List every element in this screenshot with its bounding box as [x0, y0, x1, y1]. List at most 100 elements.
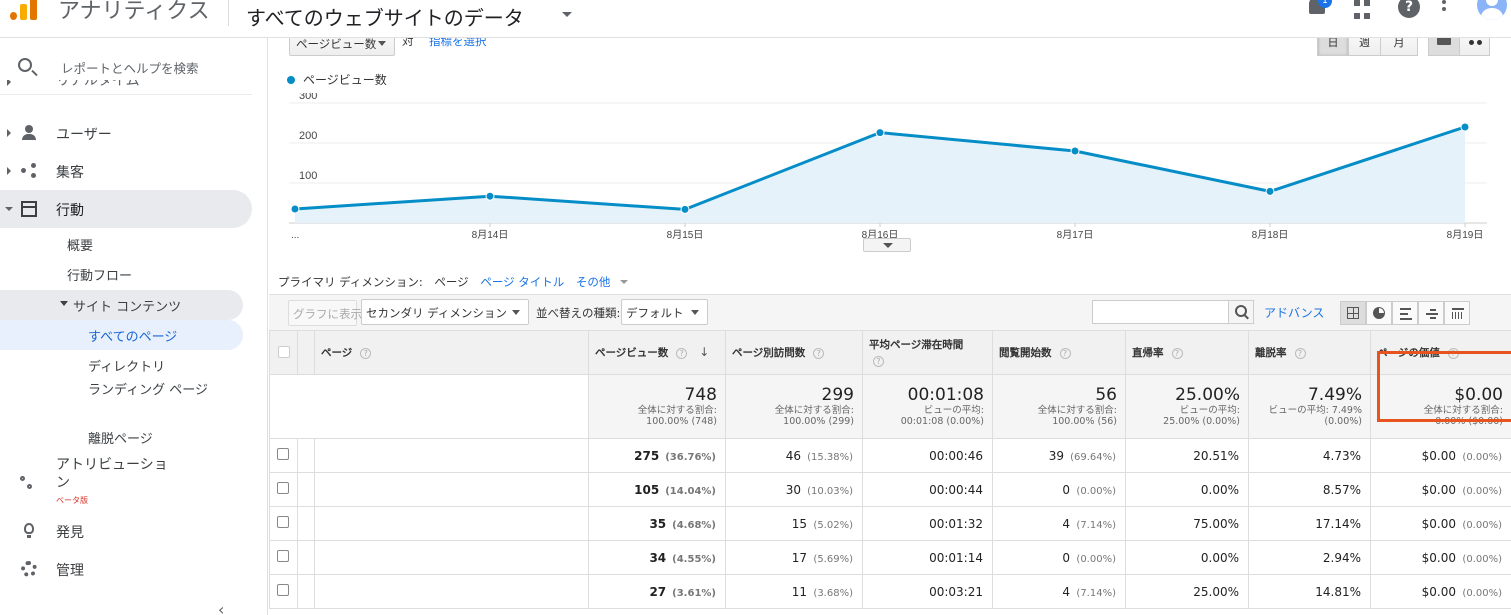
summary-sub: ビューの平均:	[923, 405, 984, 416]
help-icon[interactable]: ?	[676, 348, 688, 359]
help-icon[interactable]: ?	[1294, 348, 1306, 359]
comparison-view-button[interactable]	[1418, 301, 1444, 325]
sidebar-item-users[interactable]: ユーザー	[0, 114, 252, 152]
column-header-pageviews[interactable]: ページビュー数? ↓	[588, 330, 726, 375]
column-header-bounce-rate[interactable]: 直帰率?	[1125, 330, 1249, 375]
page-cell[interactable]	[314, 574, 589, 609]
sidebar-item-overview[interactable]: 概要	[0, 229, 243, 259]
avatar[interactable]	[1477, 0, 1507, 20]
dimension-page-title[interactable]: ページ タイトル	[480, 275, 564, 289]
row-checkbox[interactable]	[277, 516, 289, 528]
pageviews-cell: 34 (4.55%)	[588, 540, 726, 575]
column-header-page-value[interactable]: ページの価値?	[1370, 330, 1511, 375]
motion-chart-button[interactable]	[1460, 38, 1490, 56]
summary-sub: 全体に対する割合:	[1423, 405, 1503, 416]
sort-type-select[interactable]: デフォルト	[621, 299, 708, 325]
column-header-entrances[interactable]: 閲覧開始数?	[992, 330, 1126, 375]
sort-desc-icon[interactable]: ↓	[699, 345, 709, 359]
y-tick-label: 200	[299, 130, 317, 142]
select-all-checkbox[interactable]	[278, 346, 290, 358]
spacer-cell	[297, 438, 315, 473]
table-row[interactable]: 105 (14.04%) 30 (10.03%) 00:00:44 0 (0.00%) 0.0…	[269, 472, 1511, 507]
page-cell[interactable]	[314, 438, 589, 473]
sidebar-item-landing-pages[interactable]: ランディング ページ	[0, 382, 243, 426]
sidebar-item-behavior[interactable]: 行動	[0, 190, 252, 228]
sidebar-item-attribution[interactable]: アトリビューション ベータ版	[0, 454, 252, 506]
help-icon[interactable]: ?	[1059, 348, 1071, 359]
line-chart-button[interactable]	[1428, 38, 1460, 56]
column-header-avg-time[interactable]: 平均ページ滞在時間?	[862, 330, 993, 375]
help-icon[interactable]: ?	[873, 356, 884, 367]
apps-grid-icon[interactable]	[1354, 0, 1378, 22]
dimension-other[interactable]: その他	[576, 275, 637, 289]
row-checkbox[interactable]	[277, 482, 289, 494]
search-label: レポートとヘルプを検索	[61, 61, 199, 76]
sidebar-item-acquisition[interactable]: 集客	[0, 152, 252, 190]
help-icon[interactable]: ?	[813, 348, 825, 359]
granularity-week-button[interactable]: 週	[1349, 38, 1381, 56]
unique-pageviews-cell: 17 (5.69%)	[725, 540, 863, 575]
summary-value: 25.00%	[1175, 385, 1240, 405]
performance-view-button[interactable]	[1392, 301, 1418, 325]
data-point	[680, 204, 690, 214]
help-icon[interactable]: ?	[1171, 348, 1183, 359]
row-checkbox[interactable]	[277, 584, 289, 596]
pie-view-button[interactable]	[1366, 301, 1392, 325]
column-header-exit-rate[interactable]: 離脱率?	[1248, 330, 1371, 375]
column-header-unique-pageviews[interactable]: ページ別訪問数?	[725, 330, 863, 375]
secondary-dimension-select[interactable]: セカンダリ ディメンション	[361, 299, 529, 325]
metric-select[interactable]: ページビュー数	[289, 38, 395, 56]
row-checkbox[interactable]	[277, 448, 289, 460]
spacer-cell	[297, 472, 315, 507]
table-filter-input[interactable]	[1092, 300, 1229, 324]
collapse-sidebar-icon[interactable]: ‹	[218, 600, 224, 615]
granularity-month-button[interactable]: 月	[1381, 38, 1418, 56]
avg-time-cell: 00:03:21	[862, 574, 993, 609]
page-cell[interactable]	[314, 540, 589, 575]
sidebar-item-realtime[interactable]: リアルタイム	[0, 80, 252, 96]
page-cell[interactable]	[314, 472, 589, 507]
table-row[interactable]: 35 (4.68%) 15 (5.02%) 00:01:32 4 (7.14%) 75.00%…	[269, 506, 1511, 541]
sidebar-item-all-pages[interactable]: すべてのページ	[0, 320, 243, 350]
summary-sub: ビューの平均: 7.49%	[1268, 405, 1362, 416]
more-vert-icon[interactable]	[1442, 0, 1448, 22]
help-icon[interactable]: ?	[1398, 0, 1420, 18]
summary-value: 56	[1095, 385, 1117, 405]
unique-pageviews-cell: 46 (15.38%)	[725, 438, 863, 473]
property-selector[interactable]: すべてのウェブサイトのデータ	[246, 2, 524, 31]
page-cell[interactable]	[314, 506, 589, 541]
sidebar-item-discover[interactable]: 発見	[0, 512, 252, 550]
analytics-logo-icon[interactable]	[10, 0, 40, 20]
sidebar-item-site-content[interactable]: サイト コンテンツ	[0, 290, 243, 320]
lightbulb-icon	[21, 523, 37, 539]
table-row[interactable]: 34 (4.55%) 17 (5.69%) 00:01:14 0 (0.00%) 0.00% 2…	[269, 540, 1511, 575]
app-title: アナリティクス	[58, 0, 210, 24]
sidebar-item-directory[interactable]: ディレクトリ	[0, 350, 243, 380]
exit-rate-cell: 2.94%	[1248, 540, 1371, 575]
chevron-down-icon	[620, 280, 629, 284]
search-icon[interactable]	[1228, 300, 1254, 324]
summary-blank	[269, 374, 589, 439]
chevron-down-icon[interactable]	[562, 12, 572, 17]
help-icon[interactable]: ?	[1447, 348, 1459, 359]
chevron-down-icon	[60, 301, 68, 306]
plot-rows-button[interactable]: グラフに表示	[288, 300, 362, 326]
advanced-filter-link[interactable]: アドバンス	[1264, 304, 1324, 321]
page-value-cell: $0.00 (0.00%)	[1370, 574, 1511, 609]
spacer-cell	[297, 506, 315, 541]
pivot-view-button[interactable]	[1444, 301, 1470, 325]
choose-metric-link[interactable]: 指標を選択	[429, 38, 487, 49]
table-row[interactable]: 27 (3.61%) 11 (3.68%) 00:03:21 4 (7.14%) 25.00%…	[269, 574, 1511, 609]
summary-cell: 25.00% ビューの平均: 25.00% (0.00%)	[1125, 374, 1249, 439]
sidebar-item-exit-pages[interactable]: 離脱ページ	[0, 422, 243, 452]
notification-bell-icon[interactable]: 1	[1306, 0, 1332, 22]
expand-chart-handle[interactable]	[863, 238, 911, 252]
help-icon[interactable]: ?	[360, 348, 372, 359]
granularity-day-button[interactable]: 日	[1317, 38, 1349, 56]
table-row[interactable]: 275 (36.76%) 46 (15.38%) 00:00:46 39 (69.64%) 2…	[269, 438, 1511, 473]
row-checkbox[interactable]	[277, 550, 289, 562]
column-header-page[interactable]: ページ?	[314, 330, 589, 375]
table-view-button[interactable]	[1340, 301, 1366, 325]
sidebar-item-admin[interactable]: 管理	[0, 550, 252, 588]
sidebar-item-behavior-flow[interactable]: 行動フロー	[0, 259, 243, 289]
